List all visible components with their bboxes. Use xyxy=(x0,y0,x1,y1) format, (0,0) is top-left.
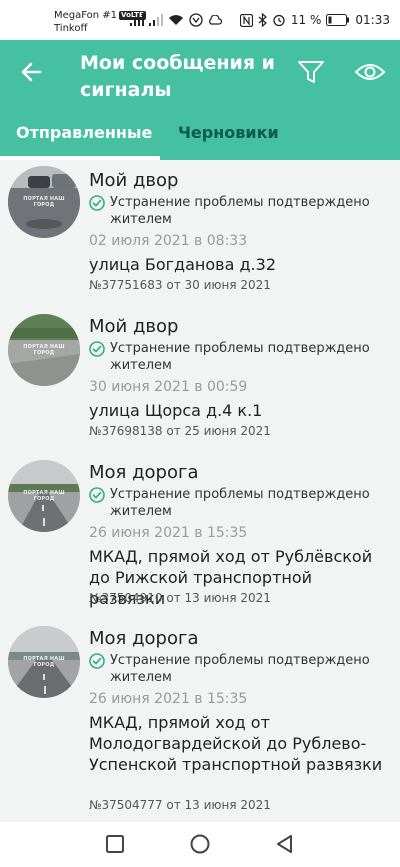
message-date: 02 июля 2021 в 08:33 xyxy=(89,233,248,249)
eye-icon xyxy=(354,64,386,80)
signal-icon xyxy=(130,14,144,26)
carrier-name: MegaFon #1 xyxy=(54,10,118,21)
back-nav-button[interactable] xyxy=(274,833,296,855)
status-text: Устранение проблемы подтверждено жителем xyxy=(110,653,370,685)
message-card[interactable]: ПОРТАЛ НАШ ГОРОД Мой двор Устранение про… xyxy=(0,306,400,452)
clock: 01:33 xyxy=(355,13,390,27)
signal-icon-2 xyxy=(149,14,163,26)
check-circle-icon xyxy=(89,341,105,357)
message-thumbnail: ПОРТАЛ НАШ ГОРОД xyxy=(8,460,80,532)
system-status: 11 % 01:33 xyxy=(239,12,390,28)
message-card[interactable]: ПОРТАЛ НАШ ГОРОД Моя дорога Устранение п… xyxy=(0,452,400,618)
message-status: Устранение проблемы подтверждено жителем xyxy=(89,652,389,686)
message-date: 26 июня 2021 в 15:35 xyxy=(89,691,248,707)
message-number: №37504777 от 13 июня 2021 xyxy=(89,798,271,812)
message-status: Устранение проблемы подтверждено жителем xyxy=(89,194,389,228)
message-thumbnail: ПОРТАЛ НАШ ГОРОД xyxy=(8,166,80,238)
wifi-icon xyxy=(169,15,183,25)
message-category: Моя дорога xyxy=(89,462,199,483)
message-date: 26 июня 2021 в 15:35 xyxy=(89,525,248,541)
back-button[interactable] xyxy=(18,58,46,86)
check-circle-icon xyxy=(89,653,105,669)
circle-icon xyxy=(190,834,210,854)
thumbnail-watermark: ПОРТАЛ НАШ ГОРОД xyxy=(23,196,65,208)
bluetooth-icon xyxy=(258,13,267,27)
thumbnail-watermark: ПОРТАЛ НАШ ГОРОД xyxy=(23,490,65,502)
message-card[interactable]: ПОРТАЛ НАШ ГОРОД Моя дорога Устранение п… xyxy=(0,618,400,822)
recents-button[interactable] xyxy=(104,833,126,855)
view-mode-button[interactable] xyxy=(354,59,386,85)
messages-list[interactable]: ПОРТАЛ НАШ ГОРОД Мой двор Устранение про… xyxy=(0,160,400,822)
thumbnail-watermark: ПОРТАЛ НАШ ГОРОД xyxy=(23,656,65,668)
status-bar: MegaFon #1 VoLTE Tinkoff 11 % 01:33 xyxy=(0,0,400,40)
status-text: Устранение проблемы подтверждено жителем xyxy=(110,341,370,373)
status-text: Устранение проблемы подтверждено жителем xyxy=(110,487,370,519)
check-circle-icon xyxy=(89,487,105,503)
nfc-icon xyxy=(239,13,253,27)
message-number: №37504910 от 13 июня 2021 xyxy=(89,591,271,605)
message-address: улица Щорса д.4 к.1 xyxy=(89,401,263,420)
page-title: Мои сообщения и сигналы xyxy=(80,52,275,101)
emblem-icon xyxy=(189,13,203,27)
message-address: МКАД, прямой ход от Молодогвардейской до… xyxy=(89,713,383,774)
funnel-icon xyxy=(298,61,324,83)
message-thumbnail: ПОРТАЛ НАШ ГОРОД xyxy=(8,626,80,698)
square-icon xyxy=(106,835,124,853)
battery-icon xyxy=(326,14,350,26)
message-category: Моя дорога xyxy=(89,628,199,649)
triangle-back-icon xyxy=(277,835,292,853)
message-card[interactable]: ПОРТАЛ НАШ ГОРОД Мой двор Устранение про… xyxy=(0,160,400,306)
home-button[interactable] xyxy=(189,833,211,855)
battery-percent: 11 % xyxy=(290,13,322,27)
alarm-icon xyxy=(273,14,285,27)
system-navigation-bar xyxy=(0,822,400,867)
message-status: Устранение проблемы подтверждено жителем xyxy=(89,486,389,520)
tab-sent[interactable]: Отправленные xyxy=(16,118,152,160)
message-thumbnail: ПОРТАЛ НАШ ГОРОД xyxy=(8,314,80,386)
thumbnail-watermark: ПОРТАЛ НАШ ГОРОД xyxy=(23,344,65,356)
app-header: Мои сообщения и сигналы Отправленные Чер… xyxy=(0,40,400,160)
tab-drafts[interactable]: Черновики xyxy=(178,118,279,160)
message-category: Мой двор xyxy=(89,316,179,337)
message-date: 30 июня 2021 в 00:59 xyxy=(89,379,248,395)
message-status: Устранение проблемы подтверждено жителем xyxy=(89,340,389,374)
message-number: №37698138 от 25 июня 2021 xyxy=(89,424,271,438)
message-address: улица Богданова д.32 xyxy=(89,255,276,274)
arrow-left-icon xyxy=(21,62,42,82)
message-number: №37751683 от 30 июня 2021 xyxy=(89,278,271,292)
check-circle-icon xyxy=(89,195,105,211)
cloud-icon xyxy=(209,15,222,25)
filter-button[interactable] xyxy=(296,59,326,85)
status-text: Устранение проблемы подтверждено жителем xyxy=(110,195,370,227)
message-category: Мой двор xyxy=(89,170,179,191)
connectivity-icons xyxy=(130,12,222,28)
